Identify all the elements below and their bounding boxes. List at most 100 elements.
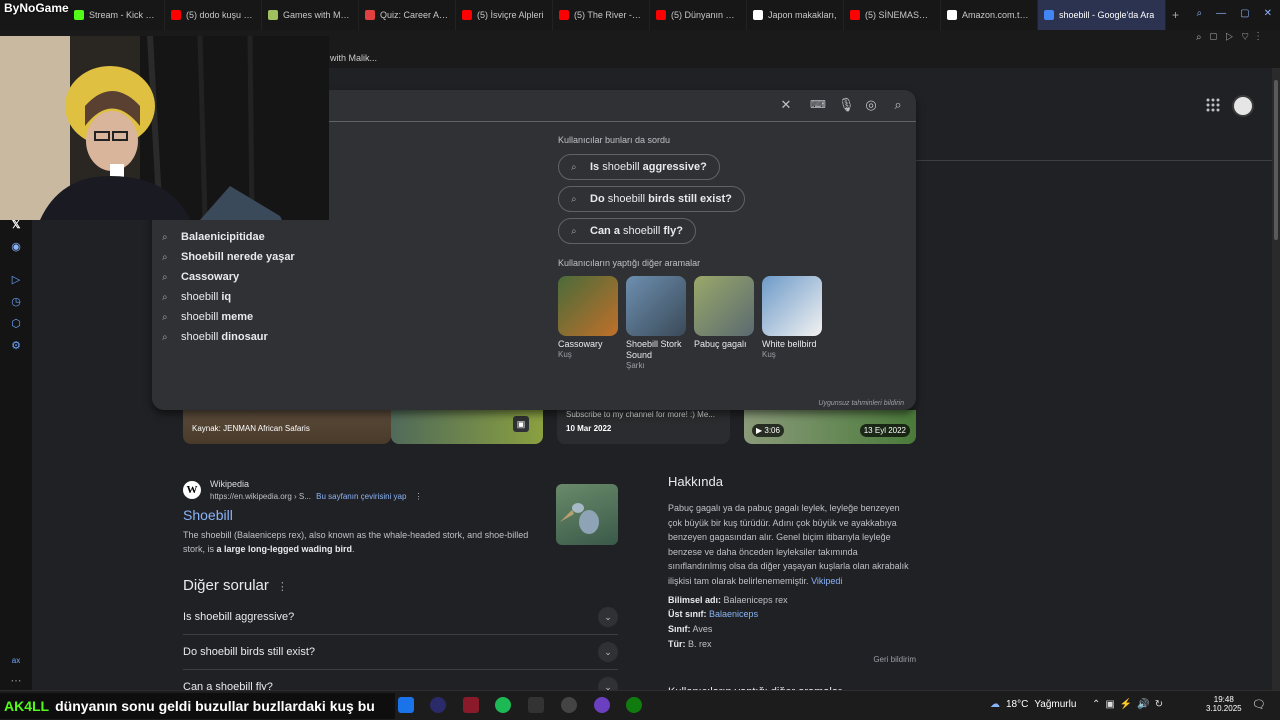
close-window-icon[interactable]: ✕ xyxy=(1264,8,1272,19)
ticker-message: dünyanın sonu geldi buzullar buzllardaki… xyxy=(55,698,375,714)
result-menu-icon[interactable]: ⋮ xyxy=(415,492,423,501)
browser-tab[interactable]: Amazon.com.tr: E xyxy=(941,0,1038,30)
search-icon[interactable]: ⌕ xyxy=(891,98,905,112)
suggestion-item[interactable]: ⌕ Shoebill nerede yaşar xyxy=(162,247,295,267)
spotify-icon[interactable] xyxy=(495,697,511,713)
faq-question: Is shoebill aggressive? xyxy=(183,611,295,623)
kp-fact-row: Üst sınıf: Balaeniceps xyxy=(668,607,916,622)
image-result-2[interactable]: ▣ xyxy=(391,410,543,444)
rail-label: ax xyxy=(11,656,21,665)
kp-fact-value[interactable]: Balaeniceps xyxy=(709,609,758,619)
browser-tab[interactable]: Stream - Kick Das xyxy=(68,0,165,30)
search-tabs-icon[interactable]: ⌕ xyxy=(1197,8,1203,19)
browser-tab[interactable]: (5) The River - Stu xyxy=(553,0,650,30)
keyboard-icon[interactable]: ⌨ xyxy=(810,98,826,112)
maximize-icon[interactable]: ▢ xyxy=(1240,8,1249,19)
kp-source-link[interactable]: Vikipedi xyxy=(811,576,842,586)
related-question-chip[interactable]: ⌕ Do shoebill birds still exist? xyxy=(558,186,745,212)
stream-brand-logo: ByNoGame xyxy=(4,1,69,15)
tab-label: Quiz: Career Aptit xyxy=(380,10,449,20)
related-search-card[interactable]: Shoebill Stork Sound Şarkı xyxy=(626,276,686,370)
video-result-2[interactable]: ▶ 3:06 13 Eyl 2022 xyxy=(744,410,916,444)
extension-icon[interactable]: ⬡ xyxy=(9,317,23,331)
search-icon: ⌕ xyxy=(571,225,577,237)
new-tab-icon[interactable]: + xyxy=(1172,8,1179,22)
chevron-down-icon[interactable]: ⌄ xyxy=(598,642,618,662)
suggestion-item[interactable]: ⌕ Balaenicipitidae xyxy=(162,227,295,247)
kp-feedback[interactable]: Geri bildirim xyxy=(654,655,916,664)
more-options-icon[interactable]: ⋮ xyxy=(277,581,288,593)
play-icon[interactable]: ▷ xyxy=(9,273,23,287)
related-search-type: Kuş xyxy=(762,350,776,359)
faq-item[interactable]: Do shoebill birds still exist? ⌄ xyxy=(183,635,618,670)
image-result-1[interactable]: Kaynak: JENMAN African Safaris xyxy=(183,410,391,444)
toolbar-icons[interactable]: ⌕▢▷♡⋮ xyxy=(1196,32,1267,43)
ea-app-icon[interactable] xyxy=(430,697,446,713)
discord-taskbar-icon[interactable] xyxy=(594,697,610,713)
clear-icon[interactable]: ✕ xyxy=(779,98,793,112)
rain-cloud-icon: ☁ xyxy=(990,699,1000,710)
tab-label: (5) The River - Stu xyxy=(574,10,643,20)
chevron-down-icon[interactable]: ⌄ xyxy=(598,607,618,627)
browser-tab[interactable]: Quiz: Career Aptit xyxy=(359,0,456,30)
scrollbar-thumb[interactable] xyxy=(1274,80,1278,240)
app-icon[interactable] xyxy=(463,697,479,713)
tab-favicon-icon xyxy=(462,10,472,20)
x-icon[interactable]: 𝕏 xyxy=(9,218,23,232)
result-title-link[interactable]: Shoebill xyxy=(183,507,233,523)
browser-tab[interactable]: (5) Dünyanın En D xyxy=(650,0,747,30)
related-search-card[interactable]: Cassowary Kuş xyxy=(558,276,618,359)
browser-tab[interactable]: shoebill - Google'da Ara xyxy=(1038,0,1166,30)
system-tray-icons[interactable]: ⌃▣⚡🔊↻ xyxy=(1092,699,1168,710)
tab-strip: Stream - Kick Das (5) dodo kuşu - Yo Games… xyxy=(68,0,1166,30)
related-search-card[interactable]: Pabuç gagalı xyxy=(694,276,754,350)
faq-item[interactable]: Is shoebill aggressive? ⌄ xyxy=(183,600,618,635)
kp-fact-key: Sınıf: xyxy=(668,624,691,635)
browser-tab[interactable]: Japon makakları, xyxy=(747,0,844,30)
suggestion-prefix: shoebill xyxy=(181,311,222,323)
microphone-icon[interactable]: 🎙 xyxy=(838,98,855,112)
translate-link[interactable]: Bu sayfanın çevirisini yap xyxy=(316,492,406,501)
minimize-icon[interactable]: — xyxy=(1216,8,1226,19)
more-icon[interactable]: ⋯ xyxy=(9,674,23,688)
outlook-icon[interactable] xyxy=(398,697,414,713)
video-result-1[interactable]: Subscribe to my channel for more! :) Me.… xyxy=(557,410,730,444)
weather-widget[interactable]: ☁ 18°C Yağmurlu xyxy=(990,699,1076,710)
kp-fact-key: Tür: xyxy=(668,638,686,649)
epic-games-icon[interactable] xyxy=(528,697,544,713)
settings-icon[interactable]: ⚙ xyxy=(9,339,23,353)
faq-question: Do shoebill birds still exist? xyxy=(183,646,316,658)
account-avatar[interactable] xyxy=(1232,95,1254,117)
report-link[interactable]: Uygunsuz tahminleri bildirin xyxy=(818,400,904,407)
suggestion-item[interactable]: ⌕ shoebill meme xyxy=(162,307,295,327)
suggestion-item[interactable]: ⌕ Cassowary xyxy=(162,267,295,287)
browser-tab[interactable]: (5) SİNEMASAL T xyxy=(844,0,941,30)
related-question-chip[interactable]: ⌕ Can a shoebill fly? xyxy=(558,218,696,244)
suggestion-item[interactable]: ⌕ shoebill dinosaur xyxy=(162,327,295,347)
lens-icon[interactable]: ◎ xyxy=(864,98,878,112)
chip-part: shoebill xyxy=(602,161,640,173)
image-icon: ▣ xyxy=(513,416,529,432)
discord-icon[interactable]: ◉ xyxy=(9,240,23,254)
bookmark-item[interactable]: with Malik... xyxy=(330,53,377,63)
search-icon: ⌕ xyxy=(571,193,577,205)
kp-fact-row: Sınıf: Aves xyxy=(668,622,916,637)
browser-tab[interactable]: (5) dodo kuşu - Yo xyxy=(165,0,262,30)
webcam-overlay xyxy=(0,36,329,220)
result-url[interactable]: https://en.wikipedia.org › S... xyxy=(210,492,311,501)
browser-tab[interactable]: (5) İsviçre Alpleri xyxy=(456,0,553,30)
browser-tab[interactable]: Games with Malik xyxy=(262,0,359,30)
suggestion-item[interactable]: ⌕ shoebill iq xyxy=(162,287,295,307)
xbox-icon[interactable] xyxy=(626,697,642,713)
obs-icon[interactable] xyxy=(561,697,577,713)
clock[interactable]: 19:48 3.10.2025 xyxy=(1206,695,1242,713)
related-question-chip[interactable]: ⌕ Is shoebill aggressive? xyxy=(558,154,720,180)
suggestion-bold: iq xyxy=(221,291,232,303)
search-icon: ⌕ xyxy=(162,291,168,303)
result-snippet: The shoebill (Balaeniceps rex), also kno… xyxy=(183,528,545,556)
related-search-card[interactable]: White bellbird Kuş xyxy=(762,276,822,359)
notification-icon[interactable]: 🗨 xyxy=(1252,698,1266,711)
history-icon[interactable]: ◷ xyxy=(9,295,23,309)
result-thumbnail[interactable] xyxy=(556,484,618,545)
apps-grid-icon[interactable] xyxy=(1206,98,1220,112)
